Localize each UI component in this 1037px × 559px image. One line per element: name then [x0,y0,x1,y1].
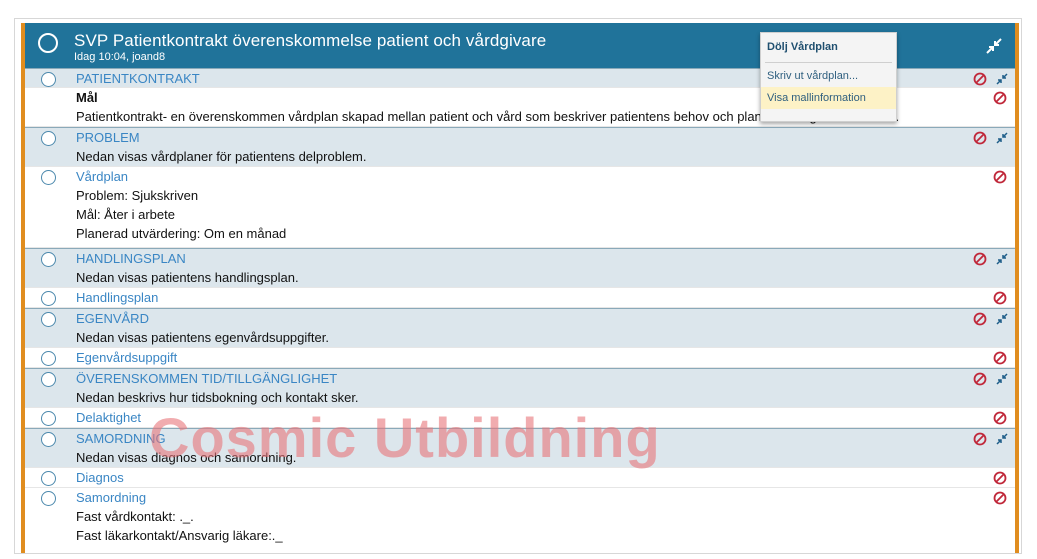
disable-icon[interactable] [973,72,987,86]
collapse-icon[interactable] [995,252,1009,266]
section-description: Nedan visas patientens egenvårdsuppgifte… [76,330,329,345]
disable-icon[interactable] [993,411,1007,425]
page-title: SVP Patientkontrakt överenskommelse pati… [74,31,547,50]
item-text: Fast läkarkontakt/Ansvarig läkare:._ [76,528,283,543]
row-radio[interactable] [41,291,56,306]
disable-icon[interactable] [993,351,1007,365]
section-label[interactable]: PROBLEM [25,128,1015,147]
collapse-icon[interactable] [995,131,1009,145]
menu-divider [765,62,892,63]
row-radio[interactable] [41,312,56,327]
menu-item-show-template-info[interactable]: Visa mallinformation [761,87,896,109]
item-text: Planerad utvärdering: Om en månad [76,226,287,241]
item-label[interactable]: Egenvårdsuppgift [25,348,1015,367]
menu-item-print-careplan[interactable]: Skriv ut vårdplan... [761,65,896,87]
section-egenvard: EGENVÅRD Nedan visas patientens egenvård… [25,308,1015,348]
section-description: Nedan beskrivs hur tidsbokning och konta… [76,390,359,405]
item-text: Mål: Åter i arbete [76,207,175,222]
row-radio[interactable] [41,372,56,387]
row-radio[interactable] [41,72,56,87]
section-handlingsplan: HANDLINGSPLAN Nedan visas patientens han… [25,248,1015,288]
disable-icon[interactable] [973,252,987,266]
page-subtitle: Idag 10:04, joand8 [74,51,166,63]
row-radio[interactable] [41,471,56,486]
disable-icon[interactable] [993,291,1007,305]
disable-icon[interactable] [993,91,1007,105]
row-radio[interactable] [41,351,56,366]
row-radio[interactable] [41,252,56,267]
section-description: Nedan visas vårdplaner för patientens de… [76,149,367,164]
context-menu: Dölj Vårdplan Skriv ut vårdplan... Visa … [760,32,897,122]
section-overenskommen-tid: ÖVERENSKOMMEN TID/TILLGÄNGLIGHET Nedan b… [25,368,1015,408]
list-item-egenvardsuppgift: Egenvårdsuppgift [25,348,1015,368]
item-text: Fast vårdkontakt: ._. [76,509,194,524]
item-label[interactable]: Delaktighet [25,408,1015,427]
item-label[interactable]: Vårdplan [25,167,1015,186]
list-item-handlingsplan: Handlingsplan [25,288,1015,308]
select-all-radio[interactable] [38,33,58,53]
list-item-vardplan: Vårdplan Problem: Sjukskriven Mål: Åter … [25,167,1015,248]
row-radio[interactable] [41,411,56,426]
item-text: Problem: Sjukskriven [76,188,199,203]
section-description: Nedan visas diagnos och samordning. [76,450,297,465]
item-label[interactable]: Diagnos [25,468,1015,487]
menu-item-hide-careplan[interactable]: Dölj Vårdplan [761,33,896,60]
row-radio[interactable] [41,131,56,146]
section-label[interactable]: SAMORDNING [25,429,1015,448]
collapse-icon[interactable] [995,372,1009,386]
section-samordning: SAMORDNING Nedan visas diagnos och samor… [25,428,1015,468]
disable-icon[interactable] [973,372,987,386]
list-item-samordning: Samordning Fast vårdkontakt: ._. Fast lä… [25,488,1015,550]
disable-icon[interactable] [993,170,1007,184]
row-radio[interactable] [41,432,56,447]
section-label[interactable]: ÖVERENSKOMMEN TID/TILLGÄNGLIGHET [25,369,1015,388]
section-description: Nedan visas patientens handlingsplan. [76,270,299,285]
collapse-icon[interactable] [995,312,1009,326]
collapse-icon[interactable] [995,72,1009,86]
section-label[interactable]: EGENVÅRD [25,309,1015,328]
row-radio[interactable] [41,170,56,185]
disable-icon[interactable] [993,491,1007,505]
section-problem: PROBLEM Nedan visas vårdplaner för patie… [25,127,1015,167]
list-item-delaktighet: Delaktighet [25,408,1015,428]
collapse-icon[interactable] [983,35,1005,57]
row-radio[interactable] [41,491,56,506]
disable-icon[interactable] [973,432,987,446]
disable-icon[interactable] [993,471,1007,485]
list-item-diagnos: Diagnos [25,468,1015,488]
disable-icon[interactable] [973,312,987,326]
item-label[interactable]: Samordning [25,488,1015,507]
section-label[interactable]: HANDLINGSPLAN [25,249,1015,268]
item-label[interactable]: Handlingsplan [25,288,1015,307]
disable-icon[interactable] [973,131,987,145]
collapse-icon[interactable] [995,432,1009,446]
